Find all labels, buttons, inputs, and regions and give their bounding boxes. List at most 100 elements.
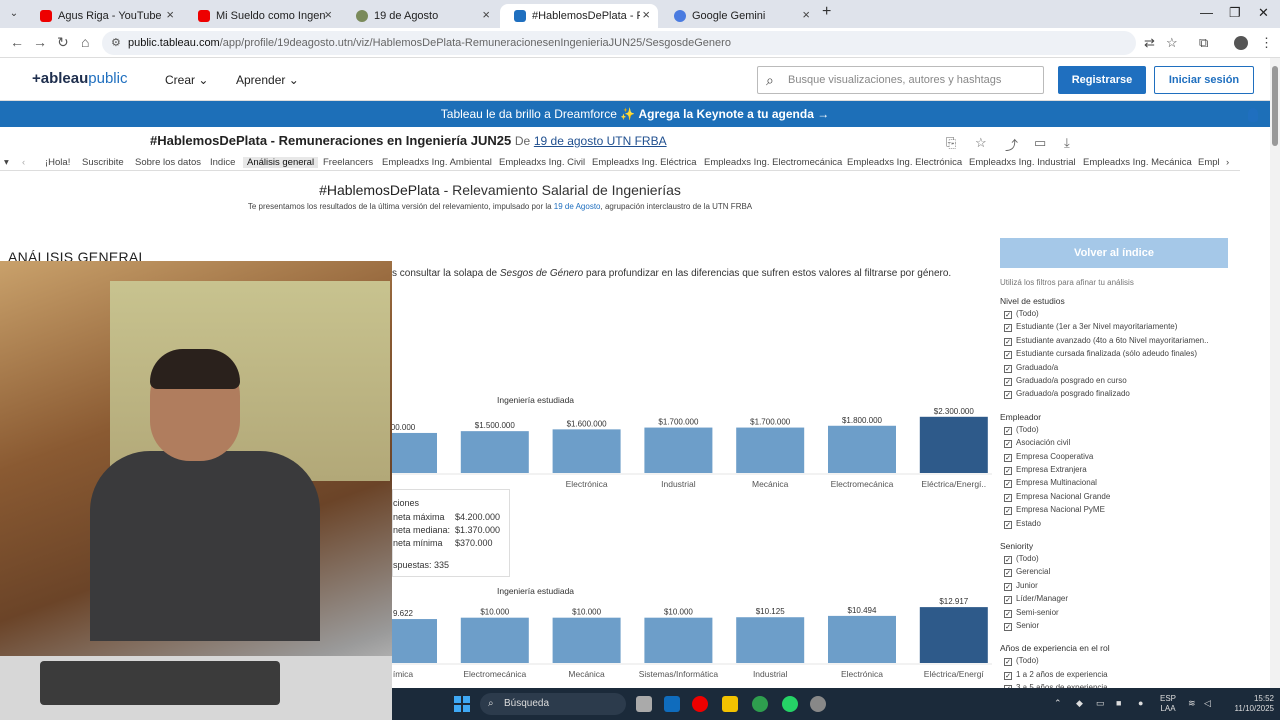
close-tab-icon[interactable]: × <box>802 7 810 22</box>
download-icon[interactable]: ⤓ <box>1064 135 1070 151</box>
checkbox-checked-icon[interactable]: ✓ <box>1004 596 1012 605</box>
checkbox-checked-icon[interactable]: ✓ <box>1004 609 1012 618</box>
filter-option[interactable]: ✓ (Todo) <box>1004 554 1228 564</box>
checkbox-checked-icon[interactable]: ✓ <box>1004 324 1012 333</box>
bar[interactable] <box>552 617 621 663</box>
login-button[interactable]: Iniciar sesión <box>1154 66 1254 94</box>
taskbar-search[interactable]: ⌕ Búsqueda <box>480 693 626 715</box>
filter-option[interactable]: ✓ (Todo) <box>1004 309 1228 319</box>
sheet-civil[interactable]: Empleadxs Ing. Civil <box>499 157 585 168</box>
bar[interactable] <box>552 429 621 473</box>
sheet-electrica[interactable]: Empleadxs Ing. Eléctrica <box>592 157 697 168</box>
outlook-icon[interactable] <box>664 696 680 712</box>
filter-option[interactable]: ✓ (Todo) <box>1004 425 1228 435</box>
checkbox-checked-icon[interactable]: ✓ <box>1004 453 1012 462</box>
close-tab-icon[interactable]: × <box>166 7 174 22</box>
address-bar[interactable]: ⚙ public.tableau.com/app/profile/19deago… <box>102 31 1136 55</box>
sheet-suscribite[interactable]: Suscribite <box>82 157 124 168</box>
bar[interactable] <box>460 431 529 473</box>
sheet-electromecanica[interactable]: Empleadxs Ing. Electromecánica <box>704 157 842 168</box>
sheet-menu-icon[interactable]: ▾ <box>4 157 9 168</box>
bar[interactable] <box>828 615 896 663</box>
sheet-next-icon[interactable]: › <box>1226 157 1229 168</box>
scrollbar-thumb[interactable] <box>1272 66 1278 146</box>
checkbox-checked-icon[interactable]: ✓ <box>1004 337 1012 346</box>
owner-link[interactable]: 19 de agosto UTN FRBA <box>534 134 667 148</box>
bar[interactable] <box>644 427 713 473</box>
home-icon[interactable]: ⌂ <box>81 34 89 50</box>
filter-option[interactable]: ✓ Empresa Cooperativa <box>1004 452 1228 462</box>
menu-aprender[interactable]: Aprender ⌄ <box>236 73 299 87</box>
filter-option[interactable]: ✓ Estudiante cursada finalizada (sólo ade… <box>1004 349 1228 360</box>
filter-option[interactable]: ✓ Estudiante (1er a 3er Nivel mayoritaria… <box>1004 322 1228 333</box>
filter-option[interactable]: ✓ Estudiante avanzado (4to a 6to Nivel ma… <box>1004 336 1228 346</box>
checkbox-checked-icon[interactable]: ✓ <box>1004 378 1012 386</box>
sheet-next-partial[interactable]: Empl <box>1198 157 1220 168</box>
tab-search-icon[interactable]: ⌄ <box>6 6 22 22</box>
filter-option[interactable]: ✓ Líder/Manager <box>1004 594 1228 605</box>
minimize-icon[interactable]: — <box>1200 5 1213 20</box>
checkbox-checked-icon[interactable]: ✓ <box>1004 671 1012 680</box>
tray-chevron-icon[interactable]: ⌃ <box>1054 698 1062 709</box>
filter-option[interactable]: ✓ Graduado/a posgrado en curso <box>1004 376 1228 386</box>
back-icon[interactable]: ← <box>10 34 24 50</box>
language-indicator[interactable]: ESP LAA <box>1160 694 1176 714</box>
sheet-sobre-los-datos[interactable]: Sobre los datos <box>135 157 201 168</box>
checkbox-checked-icon[interactable]: ✓ <box>1004 467 1012 475</box>
tray-app-icon[interactable]: ■ <box>1116 698 1121 708</box>
sheet-prev-icon[interactable]: ‹ <box>22 157 25 168</box>
filter-option[interactable]: ✓ Empresa Nacional PyME <box>1004 505 1228 516</box>
lightbulb-icon[interactable] <box>1248 108 1258 122</box>
app-icon[interactable] <box>810 696 826 712</box>
bookmark-star-icon[interactable]: ☆ <box>1166 35 1178 51</box>
profile-avatar[interactable] <box>1234 36 1248 50</box>
filter-option[interactable]: ✓ Gerencial <box>1004 567 1228 578</box>
filter-option[interactable]: ✓ (Todo) <box>1004 656 1228 667</box>
share-icon[interactable]: ⤴ <box>1005 135 1018 154</box>
tray-app-icon[interactable]: ◆ <box>1076 698 1083 709</box>
search-input[interactable]: ⌕ Busque visualizaciones, autores y hash… <box>757 66 1044 94</box>
checkbox-checked-icon[interactable]: ✓ <box>1004 440 1012 449</box>
wifi-icon[interactable]: ≋ <box>1188 698 1196 709</box>
filter-option[interactable]: ✓ Asociación civil <box>1004 438 1228 449</box>
hourly-bar-chart[interactable]: 9.622 ímica $10.000 Electromecánica $10.000 M… <box>392 595 992 688</box>
sheet-indice[interactable]: Indice <box>210 157 235 168</box>
tab-hablemos-de-plata[interactable]: #HablemosDePlata - Remuneraciones × <box>500 4 658 28</box>
filter-option[interactable]: ✓ Empresa Extranjera <box>1004 465 1228 475</box>
reload-icon[interactable]: ↻ <box>57 34 69 51</box>
copy-icon[interactable]: ⎘ <box>946 135 956 151</box>
banner-cta[interactable]: Agrega la Keynote a tu agenda → <box>638 107 829 121</box>
filter-option[interactable]: ✓ Estado <box>1004 519 1228 529</box>
bar[interactable] <box>392 619 437 663</box>
bar[interactable] <box>392 432 437 473</box>
youtube-app-icon[interactable] <box>692 696 708 712</box>
system-clock[interactable]: 15:52 11/10/2025 <box>1224 694 1274 714</box>
tab-youtube[interactable]: Agus Riga - YouTube × <box>26 4 182 28</box>
bar[interactable] <box>736 617 805 663</box>
checkbox-checked-icon[interactable]: ✓ <box>1004 351 1012 360</box>
filter-option[interactable]: ✓ 1 a 2 años de experiencia <box>1004 670 1228 680</box>
tab-gemini[interactable]: Google Gemini × <box>660 4 818 28</box>
checkbox-checked-icon[interactable]: ✓ <box>1004 623 1012 631</box>
sheet-freelancers[interactable]: Freelancers <box>323 157 373 168</box>
sheet-industrial[interactable]: Empleadxs Ing. Industrial <box>969 157 1076 168</box>
checkbox-checked-icon[interactable]: ✓ <box>1004 556 1012 564</box>
checkbox-checked-icon[interactable]: ✓ <box>1004 493 1012 502</box>
browser-menu-icon[interactable]: ⋮ <box>1260 35 1273 51</box>
bar[interactable] <box>919 607 988 663</box>
tab-mi-sueldo[interactable]: Mi Sueldo como Ingeniero Civil × <box>184 4 340 28</box>
sheet-mecanica[interactable]: Empleadxs Ing. Mecánica <box>1083 157 1192 168</box>
page-scrollbar[interactable] <box>1270 58 1280 688</box>
menu-crear[interactable]: Crear ⌄ <box>165 73 208 87</box>
translate-icon[interactable]: ⇄ <box>1144 35 1155 51</box>
site-info-icon[interactable]: ⚙ <box>111 31 121 55</box>
whatsapp-icon[interactable] <box>782 696 798 712</box>
sheet-electronica[interactable]: Empleadxs Ing. Electrónica <box>847 157 962 168</box>
checkbox-checked-icon[interactable]: ✓ <box>1004 391 1012 400</box>
promo-banner[interactable]: Tableau le da brillo a Dreamforce ✨ Agre… <box>0 101 1270 127</box>
chrome-icon[interactable] <box>752 696 768 712</box>
checkbox-checked-icon[interactable]: ✓ <box>1004 364 1012 373</box>
filter-option[interactable]: ✓ Empresa Multinacional <box>1004 478 1228 489</box>
checkbox-checked-icon[interactable]: ✓ <box>1004 582 1012 591</box>
volume-icon[interactable]: ◁ <box>1204 698 1211 709</box>
